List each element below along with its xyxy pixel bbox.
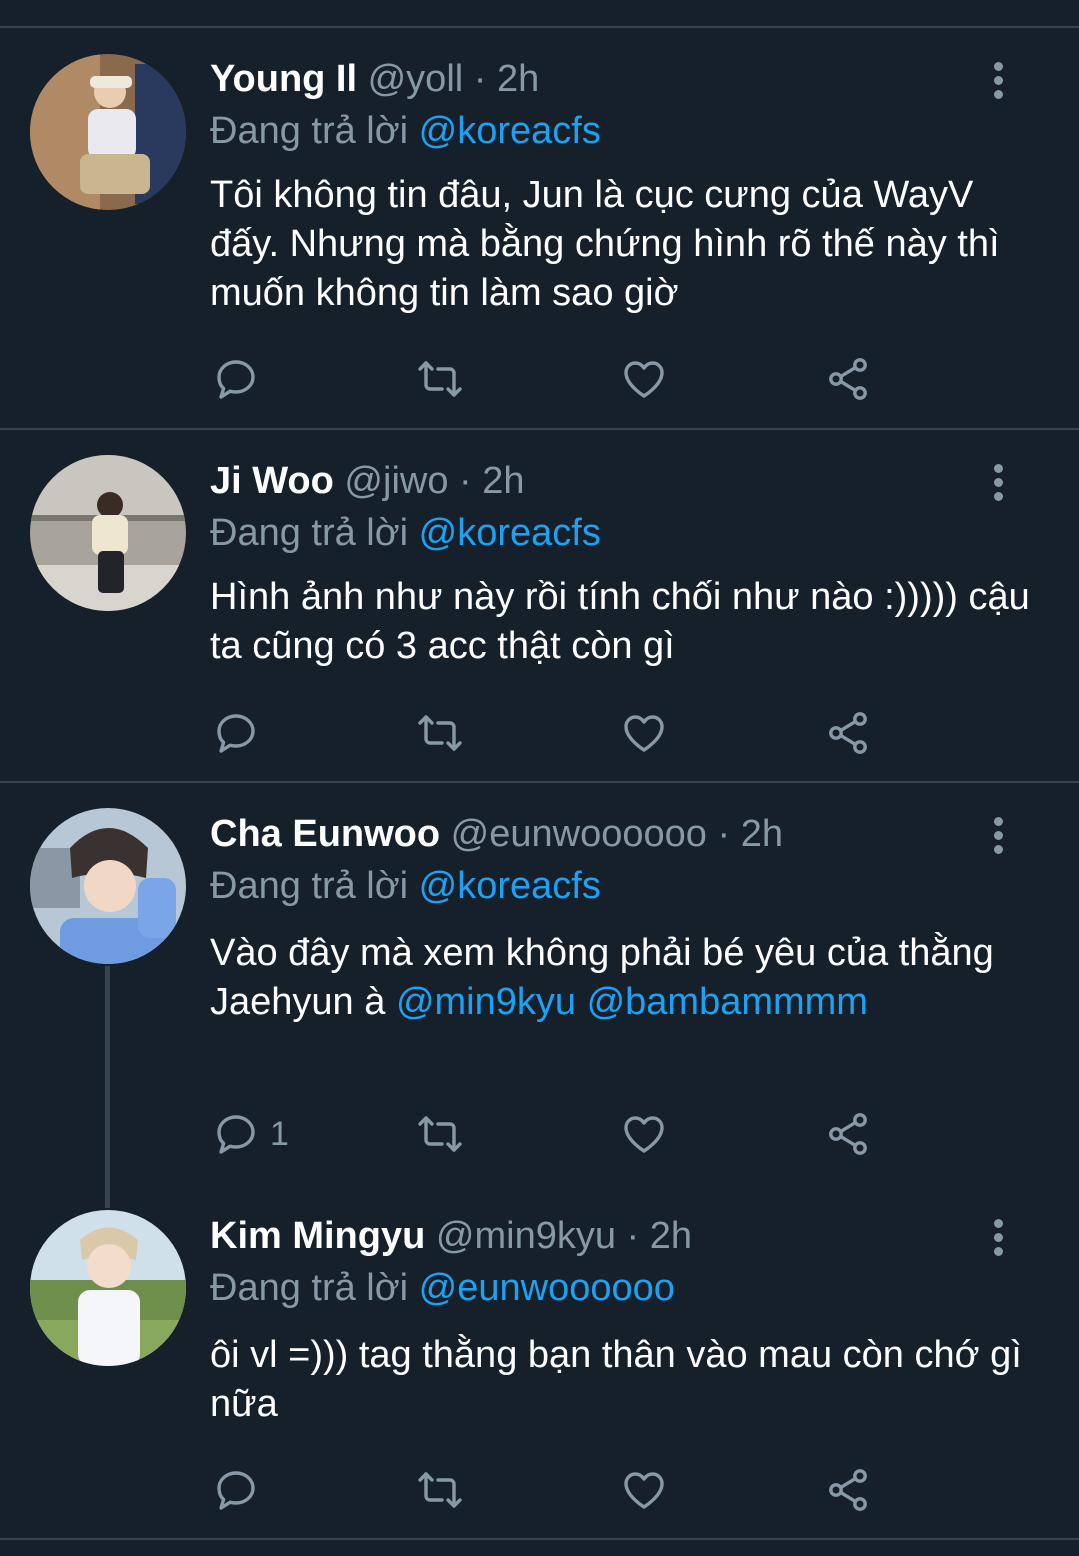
tweet[interactable]: Cha Eunwoo @eunwoooooo · 2h Đang trả lời…	[0, 783, 1079, 1183]
share-button[interactable]	[824, 1465, 872, 1515]
share-button[interactable]	[824, 354, 872, 404]
replying-to-label: Đang trả lời	[210, 865, 409, 907]
replying-to: Đang trả lời @koreacfs	[210, 510, 601, 556]
separator-dot: ·	[626, 1215, 640, 1257]
like-button[interactable]	[620, 1109, 668, 1159]
separator-dot: ·	[459, 460, 472, 502]
like-button[interactable]	[620, 1465, 668, 1515]
reply-button[interactable]	[212, 708, 260, 758]
replying-to-mention[interactable]: @koreacfs	[419, 110, 601, 152]
retweet-button[interactable]	[416, 708, 464, 758]
user-handle[interactable]: @min9kyu	[436, 1215, 616, 1257]
reply-icon	[217, 714, 255, 753]
reply-icon	[217, 360, 255, 399]
tweet-header: Cha Eunwoo @eunwoooooo · 2h	[210, 811, 783, 857]
more-vertical-icon[interactable]	[986, 1219, 1010, 1263]
share-button[interactable]	[824, 1109, 872, 1159]
avatar[interactable]	[30, 1210, 186, 1366]
user-handle[interactable]: @yoll	[368, 58, 464, 100]
like-button[interactable]	[620, 708, 668, 758]
tweet[interactable]: Kim Mingyu @min9kyu · 2h Đang trả lời @e…	[0, 1185, 1079, 1538]
reply-icon	[217, 1471, 255, 1510]
replying-to: Đang trả lời @koreacfs	[210, 863, 601, 909]
more-vertical-icon[interactable]	[986, 464, 1010, 508]
display-name[interactable]: Young Il	[210, 58, 357, 100]
action-bar: 1	[212, 1109, 892, 1159]
mention-link[interactable]: @bambammmm	[587, 981, 868, 1023]
reply-button[interactable]: 1	[212, 1109, 289, 1159]
action-bar	[212, 354, 892, 404]
avatar[interactable]	[30, 808, 186, 964]
separator-dot: ·	[717, 813, 731, 855]
avatar[interactable]	[30, 54, 186, 210]
heart-icon	[624, 361, 664, 398]
timestamp[interactable]: 2h	[482, 460, 524, 502]
replying-to-mention[interactable]: @koreacfs	[419, 865, 601, 907]
heart-icon	[624, 715, 664, 752]
replying-to: Đang trả lời @eunwoooooo	[210, 1265, 675, 1311]
replying-to-mention[interactable]: @koreacfs	[419, 512, 601, 554]
retweet-button[interactable]	[416, 1109, 464, 1159]
tweet-header: Young Il @yoll · 2h	[210, 56, 539, 102]
more-vertical-icon[interactable]	[986, 62, 1010, 106]
tweet-text: ôi vl =))) tag thằng bạn thân vào mau cò…	[210, 1334, 1022, 1425]
display-name[interactable]: Cha Eunwoo	[210, 813, 440, 855]
replying-to-label: Đang trả lời	[210, 512, 409, 554]
share-icon	[829, 358, 867, 400]
reply-button[interactable]	[212, 354, 260, 404]
tweet-text: Vào đây mà xem không phải bé yêu của thằ…	[210, 929, 1030, 1027]
replying-to-mention[interactable]: @eunwoooooo	[419, 1267, 675, 1309]
heart-icon	[624, 1116, 664, 1153]
timestamp[interactable]: 2h	[497, 58, 539, 100]
tweet[interactable]: Young Il @yoll · 2h Đang trả lời @koreac…	[0, 28, 1079, 428]
timestamp[interactable]: 2h	[741, 813, 783, 855]
user-handle[interactable]: @jiwo	[344, 460, 448, 502]
retweet-icon	[418, 361, 462, 397]
mention-link[interactable]: @min9kyu	[396, 981, 576, 1023]
retweet-button[interactable]	[416, 1465, 464, 1515]
action-bar	[212, 1465, 892, 1515]
user-handle[interactable]: @eunwoooooo	[451, 813, 707, 855]
share-button[interactable]	[824, 708, 872, 758]
share-icon	[829, 1469, 867, 1511]
retweet-button[interactable]	[416, 354, 464, 404]
tweet-text: Hình ảnh như này rồi tính chối như nào :…	[210, 576, 1030, 667]
display-name[interactable]: Kim Mingyu	[210, 1215, 425, 1257]
separator-dot: ·	[473, 58, 487, 100]
replying-to: Đang trả lời @koreacfs	[210, 108, 601, 154]
bottom-divider	[0, 1538, 1079, 1540]
reply-icon	[217, 1115, 255, 1154]
retweet-icon	[418, 715, 462, 751]
reply-count: 1	[270, 1114, 289, 1153]
retweet-icon	[418, 1472, 462, 1508]
reply-button[interactable]	[212, 1465, 260, 1515]
more-vertical-icon[interactable]	[986, 817, 1010, 861]
heart-icon	[624, 1472, 664, 1509]
retweet-icon	[418, 1116, 462, 1152]
share-icon	[829, 1113, 867, 1155]
tweet-text: Tôi không tin đâu, Jun là cục cưng của W…	[210, 174, 1000, 314]
like-button[interactable]	[620, 354, 668, 404]
timestamp[interactable]: 2h	[650, 1215, 692, 1257]
tweet-header: Kim Mingyu @min9kyu · 2h	[210, 1213, 692, 1259]
display-name[interactable]: Ji Woo	[210, 460, 334, 502]
avatar[interactable]	[30, 455, 186, 611]
tweet[interactable]: Ji Woo @jiwo · 2h Đang trả lời @koreacfs…	[0, 430, 1079, 781]
tweet-header: Ji Woo @jiwo · 2h	[210, 458, 525, 504]
replying-to-label: Đang trả lời	[210, 110, 409, 152]
share-icon	[829, 712, 867, 754]
action-bar	[212, 708, 892, 758]
replying-to-label: Đang trả lời	[210, 1267, 409, 1309]
